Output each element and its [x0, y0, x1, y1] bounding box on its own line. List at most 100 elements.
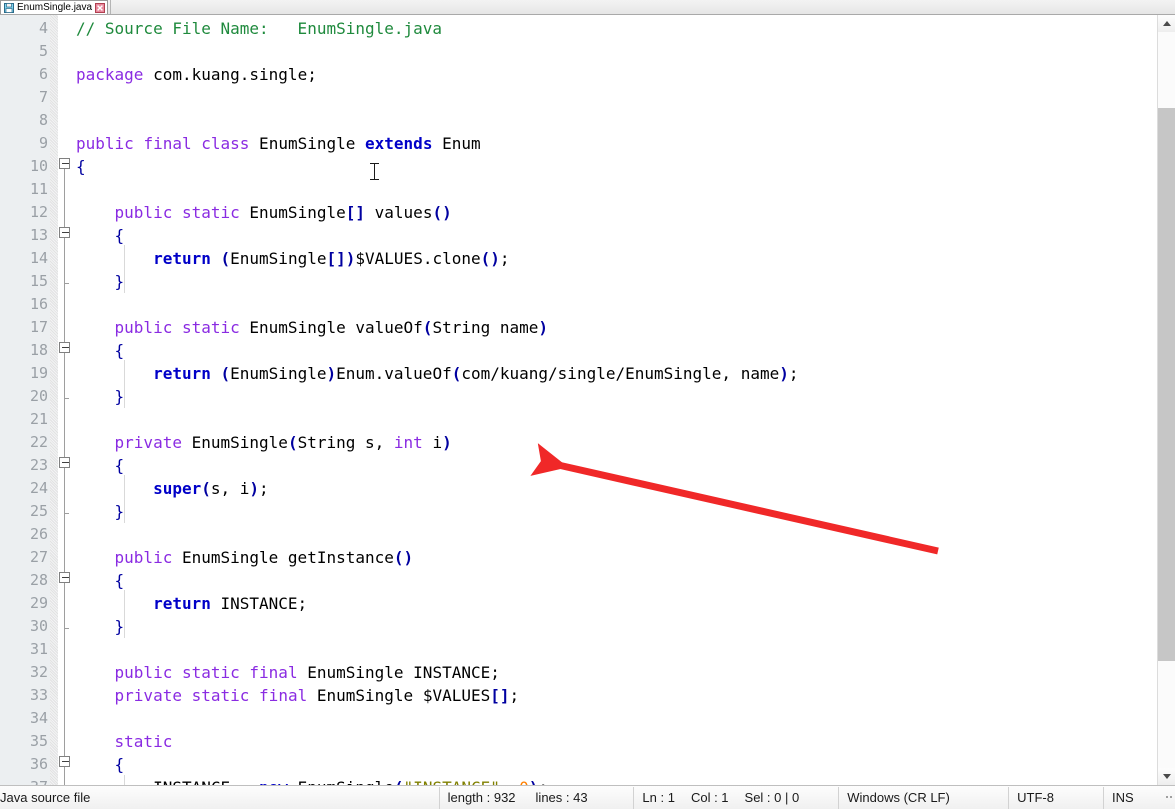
scroll-down-button[interactable] [1158, 768, 1175, 785]
code-line[interactable]: { [76, 569, 125, 592]
save-disk-icon [4, 2, 14, 13]
status-encoding-label: UTF-8 [1017, 790, 1054, 805]
chevron-up-icon [1162, 21, 1171, 26]
status-ln-label: Ln : 1 [642, 790, 675, 805]
fold-line-18 [64, 353, 65, 398]
code-line[interactable]: { [76, 155, 86, 178]
line-number: 15 [29, 272, 48, 290]
line-number: 36 [29, 755, 48, 773]
line-number: 13 [29, 226, 48, 244]
code-line[interactable]: } [76, 385, 125, 408]
code-line[interactable]: } [76, 615, 125, 638]
line-number: 17 [29, 318, 48, 336]
fold-line-23 [64, 468, 65, 513]
fold-marker-line-13[interactable] [59, 227, 70, 238]
fold-tail-15 [64, 283, 69, 284]
code-text-area[interactable]: // Source File Name: EnumSingle.java pack… [76, 15, 1175, 785]
code-line[interactable]: private EnumSingle(String s, int i) [76, 431, 452, 454]
line-number: 12 [29, 203, 48, 221]
code-line[interactable]: { [76, 339, 125, 362]
scrollbar-thumb[interactable] [1158, 108, 1175, 661]
code-editor[interactable]: 4 5 6 7 8 9 10 11 12 13 14 15 16 17 18 19 20 21 22 23 24 25 26… [0, 15, 1175, 785]
code-line[interactable]: INSTANCE = new EnumSingle("INSTANCE", 0)… [76, 776, 548, 785]
resize-grip[interactable] [1164, 795, 1175, 800]
code-line[interactable]: public EnumSingle getInstance() [76, 546, 414, 569]
fold-marker-line-28[interactable] [59, 572, 70, 583]
code-line[interactable]: } [76, 270, 125, 293]
line-number: 6 [38, 65, 48, 83]
line-number: 23 [29, 456, 48, 474]
line-number: 25 [29, 502, 48, 520]
line-number: 5 [38, 42, 48, 60]
line-number: 8 [38, 111, 48, 129]
code-line[interactable]: return (EnumSingle)Enum.valueOf(com/kuan… [76, 362, 798, 385]
line-number: 9 [38, 134, 48, 152]
code-line[interactable]: return (EnumSingle[])$VALUES.clone(); [76, 247, 509, 270]
code-line[interactable]: // Source File Name: EnumSingle.java [76, 17, 442, 40]
close-icon[interactable] [95, 2, 106, 13]
code-line[interactable]: return INSTANCE; [76, 592, 307, 615]
fold-tail-30 [64, 628, 69, 629]
line-number: 27 [29, 548, 48, 566]
fold-marker-line-18[interactable] [59, 342, 70, 353]
line-number: 33 [29, 686, 48, 704]
status-bar: Java source file length : 932 lines : 43… [0, 785, 1175, 809]
line-number: 32 [29, 663, 48, 681]
code-line[interactable]: } [76, 500, 125, 523]
fold-tail-25 [64, 513, 69, 514]
line-number: 7 [38, 88, 48, 106]
gutter-separator [50, 15, 58, 785]
code-folding-column[interactable] [58, 15, 76, 785]
fold-marker-line-10[interactable] [59, 158, 70, 169]
line-number: 18 [29, 341, 48, 359]
code-line[interactable]: { [76, 224, 125, 247]
code-line[interactable]: static [76, 730, 173, 753]
line-number: 4 [38, 19, 48, 37]
line-number: 10 [29, 157, 48, 175]
tab-bar: EnumSingle.java [0, 0, 1175, 15]
line-number: 16 [29, 295, 48, 313]
code-line[interactable]: package com.kuang.single; [76, 63, 317, 86]
line-number: 22 [29, 433, 48, 451]
tab-label: EnumSingle.java [17, 1, 93, 13]
tab-bar-empty-area [110, 0, 1175, 14]
line-number: 29 [29, 594, 48, 612]
status-insert-mode-label: INS [1112, 790, 1134, 805]
status-file-type: Java source file [0, 786, 440, 809]
code-line[interactable]: public final class EnumSingle extends En… [76, 132, 481, 155]
status-length-label: length : 932 [447, 790, 516, 805]
status-encoding[interactable]: UTF-8 [1009, 786, 1105, 809]
line-number: 24 [29, 479, 48, 497]
status-eol-label: Windows (CR LF) [847, 790, 950, 805]
line-number: 14 [29, 249, 48, 267]
vertical-scrollbar[interactable] [1157, 15, 1175, 785]
line-number: 31 [29, 640, 48, 658]
line-number: 19 [29, 364, 48, 382]
tab-enumsingle-java[interactable]: EnumSingle.java [0, 0, 109, 14]
code-line[interactable]: private static final EnumSingle $VALUES[… [76, 684, 520, 707]
fold-marker-line-36[interactable] [59, 756, 70, 767]
line-number-gutter: 4 5 6 7 8 9 10 11 12 13 14 15 16 17 18 19 20 21 22 23 24 25 26… [0, 15, 58, 785]
status-insert-mode[interactable]: INS [1104, 787, 1164, 809]
code-line[interactable]: { [76, 454, 125, 477]
code-line[interactable]: public static final EnumSingle INSTANCE; [76, 661, 500, 684]
status-col-label: Col : 1 [690, 790, 729, 805]
code-line[interactable]: public static EnumSingle[] values() [76, 201, 452, 224]
code-line[interactable]: public static EnumSingle valueOf(String … [76, 316, 549, 339]
code-line[interactable]: { [76, 753, 125, 776]
status-eol-format[interactable]: Windows (CR LF) [839, 786, 1010, 809]
scrollbar-track-lower[interactable] [1158, 661, 1175, 768]
notepadpp-window: EnumSingle.java 4 5 6 7 8 9 10 11 12 13 14 15 16 17 18… [0, 0, 1175, 809]
line-number: 30 [29, 617, 48, 635]
scrollbar-track-upper[interactable] [1158, 32, 1175, 108]
fold-marker-line-23[interactable] [59, 457, 70, 468]
scroll-up-button[interactable] [1158, 15, 1175, 32]
line-number: 21 [29, 410, 48, 428]
line-number: 35 [29, 732, 48, 750]
chevron-down-icon [1162, 774, 1171, 779]
line-number: 26 [29, 525, 48, 543]
line-number: 28 [29, 571, 48, 589]
status-length-lines: length : 932 lines : 43 [440, 786, 635, 809]
fold-line-13 [64, 238, 65, 283]
code-line[interactable]: super(s, i); [76, 477, 269, 500]
